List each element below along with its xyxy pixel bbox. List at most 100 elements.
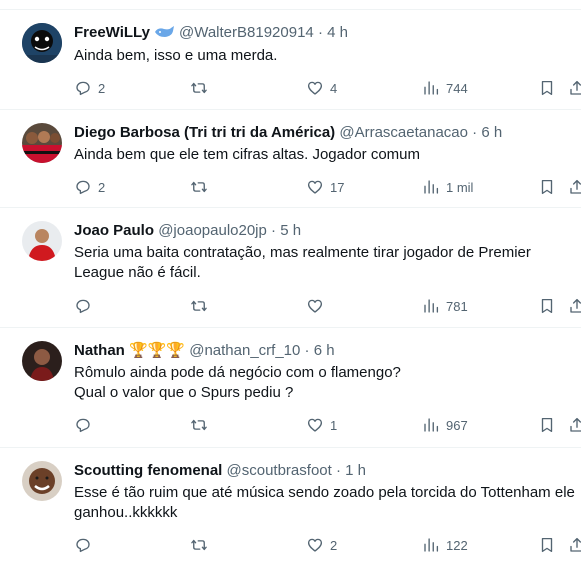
author-handle[interactable]: @WalterB81920914 xyxy=(179,24,314,41)
views-button[interactable]: 967 xyxy=(422,415,468,435)
retweet-button[interactable] xyxy=(190,415,214,435)
separator: · xyxy=(472,124,478,141)
like-button[interactable]: 2 xyxy=(306,535,337,555)
tweet-header: Scoutting fenomenal @scoutbrasfoot · 1 h xyxy=(74,461,581,481)
like-count: 17 xyxy=(330,179,345,195)
share-button[interactable] xyxy=(568,78,581,98)
views-count: 122 xyxy=(446,537,468,553)
avatar-image xyxy=(22,23,62,63)
bookmark-icon xyxy=(541,80,553,96)
author-handle[interactable]: @scoutbrasfoot xyxy=(227,462,332,479)
reply-button[interactable]: 2 xyxy=(74,177,105,197)
tweet-text: Ainda bem que ele tem cifras altas. Joga… xyxy=(74,145,581,165)
reply-icon xyxy=(76,299,90,314)
tweet-text: Esse é tão ruim que até música sendo zoa… xyxy=(74,483,581,523)
author-name[interactable]: Nathan xyxy=(74,342,125,359)
avatar[interactable] xyxy=(22,341,62,381)
tweet-text-line: Seria uma baita contratação, mas realmen… xyxy=(74,244,531,261)
retweet-button[interactable] xyxy=(190,535,214,555)
tweet-header: Joao Paulo @joaopaulo20jp · 5 h xyxy=(74,221,581,241)
tweet-5[interactable]: Scoutting fenomenal @scoutbrasfoot · 1 h… xyxy=(0,448,581,568)
views-button[interactable]: 744 xyxy=(422,78,468,98)
separator: · xyxy=(304,342,310,359)
bookmark-button[interactable] xyxy=(538,78,556,98)
timestamp[interactable]: 4 h xyxy=(327,24,348,41)
retweet-button[interactable] xyxy=(190,296,214,316)
tweet-text-line: Rômulo ainda pode dá negócio com o flame… xyxy=(74,364,401,381)
heart-icon xyxy=(307,418,323,432)
reply-button[interactable] xyxy=(74,296,98,316)
action-bar: 1 967 xyxy=(0,415,581,435)
tweet-text-line: Ainda bem que ele tem cifras altas. Joga… xyxy=(74,146,421,163)
views-count: 967 xyxy=(446,417,468,433)
author-name[interactable]: FreeWiLLy xyxy=(74,24,150,41)
separator: · xyxy=(317,24,323,41)
retweet-button[interactable] xyxy=(190,78,214,98)
share-button[interactable] xyxy=(568,535,581,555)
share-button[interactable] xyxy=(568,415,581,435)
tweet-4[interactable]: Nathan 🏆🏆🏆 @nathan_crf_10 · 6 h Rômulo a… xyxy=(0,328,581,448)
views-button[interactable]: 1 mil xyxy=(422,177,473,197)
avatar-image xyxy=(22,461,62,501)
avatar[interactable] xyxy=(22,221,62,261)
author-handle[interactable]: @Arrascaetanacao xyxy=(339,124,468,141)
bookmark-button[interactable] xyxy=(538,296,556,316)
author-handle[interactable]: @nathan_crf_10 xyxy=(189,342,300,359)
timestamp[interactable]: 5 h xyxy=(280,222,301,239)
timestamp[interactable]: 6 h xyxy=(314,342,335,359)
views-icon xyxy=(424,299,439,313)
like-count: 4 xyxy=(330,80,338,96)
bookmark-button[interactable] xyxy=(538,415,556,435)
timestamp[interactable]: 6 h xyxy=(481,124,502,141)
bookmark-icon xyxy=(541,179,553,195)
tweet-1[interactable]: FreeWiLLy @WalterB81920914 · 4 h Ainda be… xyxy=(0,10,581,110)
heart-icon xyxy=(307,81,323,95)
reply-button[interactable] xyxy=(74,415,98,435)
like-button[interactable] xyxy=(306,296,330,316)
share-button[interactable] xyxy=(568,296,581,316)
reply-button[interactable] xyxy=(74,535,98,555)
author-name[interactable]: Joao Paulo xyxy=(74,222,154,239)
avatar[interactable] xyxy=(22,123,62,163)
views-button[interactable]: 781 xyxy=(422,296,468,316)
share-icon xyxy=(570,80,581,95)
avatar-image xyxy=(22,341,62,381)
tweet-text: Seria uma baita contratação, mas realmen… xyxy=(74,243,581,283)
action-bar: 2 17 1 mil xyxy=(0,177,581,197)
avatar[interactable] xyxy=(22,23,62,63)
views-count: 744 xyxy=(446,80,468,96)
author-handle[interactable]: @joaopaulo20jp xyxy=(158,222,267,239)
tweet-2[interactable]: Diego Barbosa (Tri tri tri da América) @… xyxy=(0,110,581,208)
retweet-icon xyxy=(191,539,207,551)
share-icon xyxy=(570,298,581,313)
views-button[interactable]: 122 xyxy=(422,535,468,555)
heart-icon xyxy=(307,538,323,552)
like-button[interactable]: 17 xyxy=(306,177,344,197)
timestamp[interactable]: 1 h xyxy=(345,462,366,479)
heart-icon xyxy=(307,299,323,313)
reply-button[interactable]: 2 xyxy=(74,78,105,98)
like-button[interactable]: 1 xyxy=(306,415,337,435)
trophy-emojis: 🏆🏆🏆 xyxy=(129,342,186,359)
tweet-text-line: Ainda bem, isso e uma merda. xyxy=(74,47,278,64)
avatar[interactable] xyxy=(22,461,62,501)
like-button[interactable]: 4 xyxy=(306,78,337,98)
views-icon xyxy=(424,538,439,552)
whale-badge-icon xyxy=(153,24,175,43)
tweet-text: Ainda bem, isso e uma merda. xyxy=(74,46,581,66)
share-button[interactable] xyxy=(568,177,581,197)
views-count: 781 xyxy=(446,298,468,314)
author-name[interactable]: Scoutting fenomenal xyxy=(74,462,222,479)
views-icon xyxy=(424,418,439,432)
retweet-icon xyxy=(191,181,207,193)
share-icon xyxy=(570,417,581,432)
reply-icon xyxy=(76,180,90,195)
heart-icon xyxy=(307,180,323,194)
bookmark-button[interactable] xyxy=(538,177,556,197)
tweet-header: Nathan 🏆🏆🏆 @nathan_crf_10 · 6 h xyxy=(74,341,581,361)
tweet-3[interactable]: Joao Paulo @joaopaulo20jp · 5 h Seria um… xyxy=(0,208,581,328)
retweet-button[interactable] xyxy=(190,177,214,197)
author-name[interactable]: Diego Barbosa (Tri tri tri da América) xyxy=(74,124,335,141)
bookmark-button[interactable] xyxy=(538,535,556,555)
reply-count: 2 xyxy=(98,80,106,96)
